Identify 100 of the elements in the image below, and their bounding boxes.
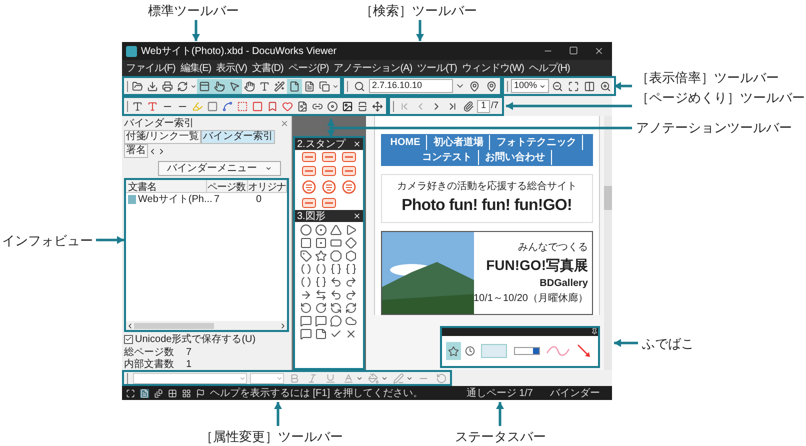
document-icon[interactable] (140, 388, 149, 398)
caret-icon[interactable] (381, 374, 388, 382)
parenthesis-icon[interactable] (315, 263, 328, 275)
triangle-icon[interactable] (330, 224, 342, 236)
pointer-hand-icon[interactable] (212, 78, 227, 94)
menu-item[interactable]: ヘルプ(H) (528, 60, 570, 76)
disc-icon[interactable] (325, 98, 340, 114)
copy-icon[interactable] (317, 78, 332, 94)
binder-menu-button[interactable]: バインダーメニュー (158, 160, 281, 176)
u-turn-icon[interactable] (300, 302, 312, 314)
scroll-left-icon[interactable] (126, 322, 134, 330)
menu-item[interactable]: 表示(V) (216, 60, 247, 76)
move-icon[interactable] (370, 98, 385, 114)
speech-bubble-icon[interactable] (330, 315, 342, 327)
circular-arrow-icon[interactable] (330, 302, 342, 314)
clip-icon[interactable] (461, 98, 476, 114)
select-icon[interactable] (227, 78, 242, 94)
scroll-right-icon[interactable] (279, 322, 287, 330)
fullscreen-icon[interactable] (126, 388, 135, 398)
braces-icon[interactable] (315, 276, 328, 288)
cross-icon[interactable] (345, 328, 358, 340)
nav-link[interactable]: お問い合わせ (484, 150, 552, 165)
layout-icon[interactable] (197, 78, 212, 94)
nav-link[interactable]: 初心者道場 (433, 135, 490, 150)
page-icon[interactable] (287, 78, 302, 94)
octagon-icon[interactable] (330, 250, 342, 262)
thumbnail-icon[interactable] (182, 388, 191, 398)
arrow-right-icon[interactable] (300, 289, 312, 301)
star-icon[interactable] (315, 250, 328, 262)
menu-item[interactable]: ツール(T) (417, 60, 457, 76)
menu-item[interactable]: ウィンドウ(W) (462, 60, 524, 76)
caret-icon[interactable] (332, 82, 339, 90)
curved-arrow-icon[interactable] (330, 276, 342, 288)
stamp-icon[interactable] (342, 166, 356, 176)
square-icon[interactable] (300, 237, 312, 249)
stamp-icon[interactable] (302, 198, 316, 208)
printer-icon[interactable] (160, 78, 175, 94)
tab[interactable]: 付箋/リンク一覧 (124, 130, 201, 144)
check-icon[interactable] (330, 328, 342, 340)
column-header[interactable]: オリジナ (248, 180, 287, 192)
curved-arrow-icon[interactable] (345, 276, 358, 288)
pages-icon[interactable] (154, 388, 163, 398)
checkbox[interactable] (124, 334, 133, 344)
menu-item[interactable]: ページ(P) (288, 60, 329, 76)
brace-icon[interactable] (330, 263, 342, 275)
tab[interactable]: 署名 (124, 144, 148, 158)
thought-bubble-icon[interactable] (345, 315, 358, 327)
circle-icon[interactable] (300, 224, 312, 236)
stamp-icon[interactable] (322, 152, 336, 162)
wand-icon[interactable] (272, 78, 287, 94)
double-arrow-icon[interactable] (315, 289, 328, 301)
round-stamp-icon[interactable] (322, 180, 336, 194)
rounded-rectangle-icon[interactable] (330, 237, 342, 249)
menu-item[interactable]: 編集(E) (180, 60, 212, 76)
u-turn-icon[interactable] (315, 302, 328, 314)
stamp-icon[interactable] (302, 166, 316, 176)
caret-icon[interactable] (406, 374, 413, 382)
caret-icon[interactable] (190, 82, 197, 90)
hand-icon[interactable] (242, 78, 257, 94)
menu-item[interactable]: 文書(D) (252, 60, 284, 76)
grid-icon[interactable] (168, 388, 177, 398)
nav-link[interactable]: HOME (390, 135, 428, 150)
tag-icon[interactable] (300, 250, 312, 262)
maximize-icon[interactable] (569, 46, 578, 55)
parenthesis-icon[interactable] (300, 263, 312, 275)
tab-scroll-right-icon[interactable] (157, 147, 166, 156)
right-triangle-icon[interactable] (345, 224, 358, 236)
stamp-icon[interactable] (342, 152, 356, 162)
stamp-icon[interactable] (302, 152, 316, 162)
search-field[interactable]: 2.7.16.10.10 (369, 79, 453, 93)
tab-scroll-left-icon[interactable] (148, 147, 157, 156)
menu-item[interactable]: アノテーション(A) (334, 60, 412, 76)
column-header[interactable]: 文書名 (126, 180, 208, 192)
horizontal-scrollbar[interactable] (126, 321, 287, 330)
flag-icon[interactable] (196, 388, 205, 398)
zoom-select[interactable]: 100% (511, 79, 549, 93)
speech-bubble-icon[interactable] (300, 328, 312, 340)
note-icon[interactable] (315, 328, 328, 340)
stamp-icon[interactable] (322, 198, 336, 208)
return-arrow-icon[interactable] (345, 289, 358, 301)
line-color-icon[interactable] (391, 370, 406, 386)
parentheses-icon[interactable] (300, 276, 312, 288)
circular-arrow-icon[interactable] (345, 302, 358, 314)
nav-link[interactable]: コンテスト (422, 150, 479, 165)
round-stamp-icon[interactable] (342, 180, 356, 194)
vertical-scrollbar[interactable] (604, 116, 612, 370)
pin-icon[interactable] (591, 328, 598, 335)
round-stamp-icon[interactable] (302, 180, 316, 194)
fill-color-icon[interactable] (366, 370, 381, 386)
brace-icon[interactable] (345, 263, 358, 275)
page-number-field[interactable]: 1 (477, 100, 490, 112)
stamp-icon[interactable] (322, 166, 336, 176)
speech-bubble-icon[interactable] (300, 315, 312, 327)
circle-dot-icon[interactable] (315, 224, 328, 236)
diamond-icon[interactable] (345, 237, 358, 249)
return-arrow-icon[interactable] (330, 289, 342, 301)
hexagon-icon[interactable] (345, 250, 358, 262)
menu-item[interactable]: ファイル(F) (126, 60, 176, 76)
column-header[interactable]: ページ数 (207, 180, 248, 192)
tab[interactable]: バインダー索引 (200, 130, 275, 144)
